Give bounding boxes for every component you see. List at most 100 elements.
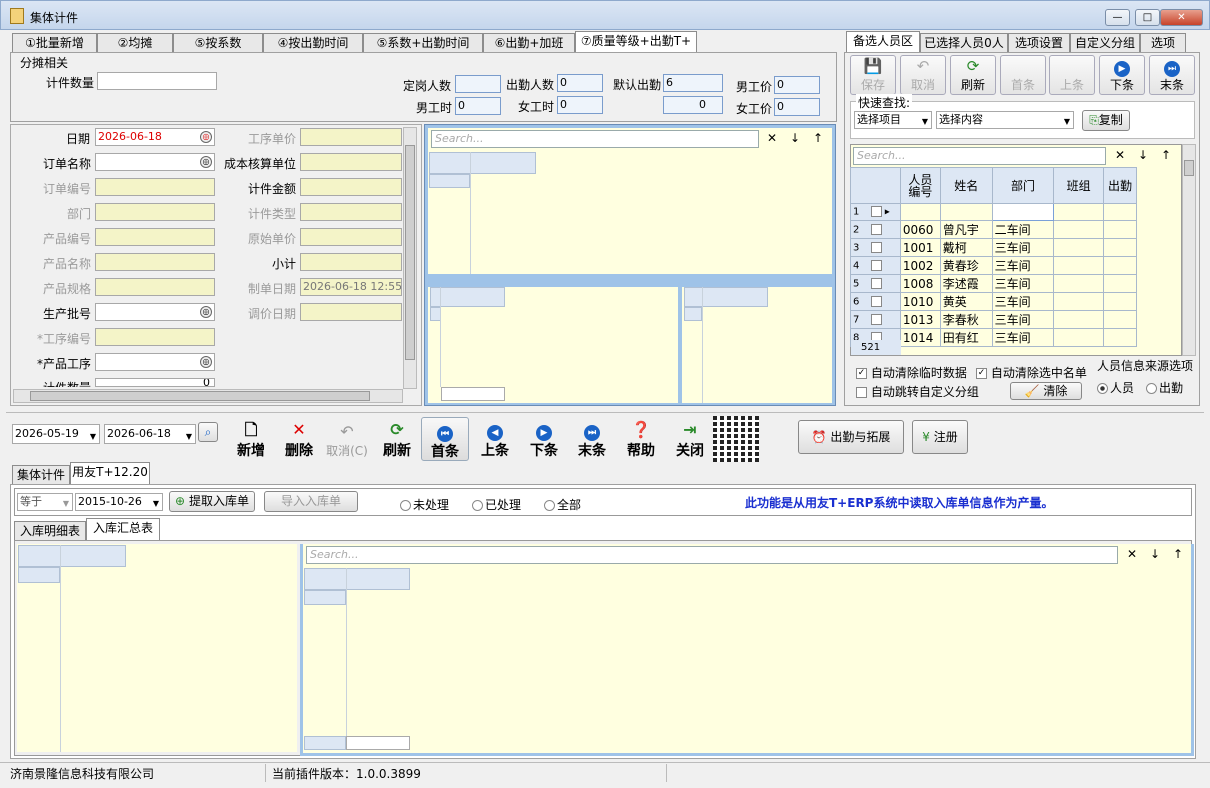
search-prev-icon[interactable]: ↑ xyxy=(811,131,825,145)
tab-candidates[interactable]: 备选人员区 xyxy=(846,31,920,53)
copy-button[interactable]: ⎘复制 xyxy=(1082,110,1130,131)
row-checkbox[interactable] xyxy=(870,206,882,218)
order-name-input[interactable]: ◎ xyxy=(95,153,215,171)
female-price-input[interactable]: 0 xyxy=(774,98,820,116)
table-row[interactable]: 3 1001 戴柯 三车间 xyxy=(850,238,1137,257)
tab-coef-attend[interactable]: ⑤系数+出勤时间 xyxy=(363,33,483,52)
table-row[interactable]: 4 1002 黄春珍 三车间 xyxy=(850,256,1137,275)
date-to-picker[interactable]: 2026-06-18 ▼ xyxy=(104,424,196,444)
clear-search-icon[interactable]: ✕ xyxy=(1113,148,1127,162)
exit-button[interactable]: ⇥ 关闭 xyxy=(673,420,707,460)
date-input[interactable]: 2026-06-18 ◎ xyxy=(95,128,215,146)
search-next-icon[interactable]: ↓ xyxy=(1148,547,1162,561)
row-checkbox[interactable] xyxy=(870,241,882,253)
bottom-prev-button[interactable]: ◀ 上条 xyxy=(478,420,512,460)
row-checkbox[interactable] xyxy=(870,223,882,235)
col-header-name[interactable]: 姓名 xyxy=(939,167,993,204)
next-button[interactable]: ▶ 下条 xyxy=(1099,55,1145,95)
tab-batch-add[interactable]: ①批量新增 xyxy=(12,33,97,52)
tab-yonyou[interactable]: 用友T+12.20 xyxy=(70,462,150,484)
ellipsis-icon[interactable]: ◎ xyxy=(200,156,212,168)
first-button[interactable]: 首条 xyxy=(1000,55,1046,95)
row-checkbox[interactable] xyxy=(870,277,882,289)
bottom-last-button[interactable]: ⏭ 末条 xyxy=(575,420,609,460)
form-vscroll-thumb[interactable] xyxy=(405,145,415,360)
auto-clear-selected-checkbox[interactable]: ✓ 自动清除选中名单 xyxy=(976,364,1087,381)
condition-dropdown[interactable]: 等于 ▼ xyxy=(17,493,73,511)
ellipsis-icon[interactable]: ◎ xyxy=(200,306,212,318)
clear-search-icon[interactable]: ✕ xyxy=(765,131,779,145)
col-header-dept[interactable]: 部门 xyxy=(991,167,1055,204)
search-prev-icon[interactable]: ↑ xyxy=(1171,547,1185,561)
help-button[interactable]: ❓ 帮助 xyxy=(624,420,658,460)
table-row[interactable]: 5 1008 李述霞 三车间 xyxy=(850,274,1137,293)
select-content-dropdown[interactable]: 选择内容 ▼ xyxy=(936,111,1074,129)
refresh-button[interactable]: ⟳ 刷新 xyxy=(950,55,996,95)
bottom-refresh-button[interactable]: ⟳ 刷新 xyxy=(380,420,414,460)
tab-custom-group[interactable]: 自定义分组 xyxy=(1070,33,1140,52)
tab-options[interactable]: 选项 xyxy=(1140,33,1186,52)
search-input[interactable]: Search... xyxy=(431,130,759,148)
source-attend-radio[interactable]: 出勤 xyxy=(1146,379,1183,396)
close-button[interactable]: ✕ xyxy=(1160,9,1203,26)
col-header-team[interactable]: 班组 xyxy=(1053,167,1104,204)
source-person-radio[interactable]: 人员 xyxy=(1097,379,1134,396)
tab-selected[interactable]: 已选择人员0人 xyxy=(920,33,1008,52)
register-button[interactable]: ¥ 注册 xyxy=(912,420,968,454)
bottom-first-button[interactable]: ⏮ 首条 xyxy=(421,417,469,461)
fixed-people-input[interactable] xyxy=(455,75,501,93)
tab-receipt-detail[interactable]: 入库明细表 xyxy=(14,521,86,540)
fetch-receipt-button[interactable]: ⊕ 提取入库单 xyxy=(169,491,255,512)
row-checkbox[interactable] xyxy=(870,295,882,307)
cancel-c-button[interactable]: ↶ 取消(C) xyxy=(325,422,369,459)
table-row[interactable]: 2 0060 曾凡宇 二车间 xyxy=(850,220,1137,239)
auto-clear-temp-checkbox[interactable]: ✓ 自动清除临时数据 xyxy=(856,364,967,381)
product-process-input[interactable]: ◎ xyxy=(95,353,215,371)
delete-button[interactable]: ✕ 删除 xyxy=(282,420,316,460)
clear-search-icon[interactable]: ✕ xyxy=(1125,547,1139,561)
tab-collective[interactable]: 集体计件 xyxy=(12,465,70,484)
col-header-attend[interactable]: 出勤 xyxy=(1103,167,1137,204)
piece-qty-input[interactable] xyxy=(97,72,217,90)
female-hours-input[interactable]: 0 xyxy=(557,96,603,114)
male-hours-input[interactable]: 0 xyxy=(455,97,501,115)
attend-extend-button[interactable]: ⏰ 出勤与拓展 xyxy=(798,420,904,454)
add-button[interactable]: 🗋 新增 xyxy=(234,420,268,460)
import-date-picker[interactable]: 2015-10-26 ▼ xyxy=(75,493,163,511)
search-next-icon[interactable]: ↓ xyxy=(788,131,802,145)
save-button[interactable]: 💾 保存 xyxy=(850,55,896,95)
people-search-input[interactable]: Search... xyxy=(853,147,1106,165)
tab-options-setting[interactable]: 选项设置 xyxy=(1008,33,1070,52)
radio-all[interactable]: 全部 xyxy=(544,496,581,513)
attend-people-input[interactable]: 0 xyxy=(557,74,603,92)
bottom-next-button[interactable]: ▶ 下条 xyxy=(527,420,561,460)
tab-receipt-summary[interactable]: 入库汇总表 xyxy=(86,518,160,540)
radio-processed[interactable]: 已处理 xyxy=(472,496,521,513)
cancel-button[interactable]: ↶ 取消 xyxy=(900,55,946,95)
clear-button[interactable]: 🧹 清除 xyxy=(1010,382,1082,400)
import-receipt-button[interactable]: 导入入库单 xyxy=(264,491,358,512)
summary-search-input[interactable]: Search... xyxy=(306,546,1118,564)
select-item-dropdown[interactable]: 选择项目 ▼ xyxy=(854,111,932,129)
people-vscroll-thumb[interactable] xyxy=(1184,160,1194,176)
ellipsis-icon[interactable]: ◎ xyxy=(200,356,212,368)
maximize-button[interactable]: □ xyxy=(1135,9,1160,26)
search-prev-icon[interactable]: ↑ xyxy=(1159,148,1173,162)
male-price-input[interactable]: 0 xyxy=(774,76,820,94)
alloc-dropdown[interactable]: 0 xyxy=(663,96,723,114)
last-button[interactable]: ⏭ 末条 xyxy=(1149,55,1195,95)
col-header-id[interactable]: 人员编号 xyxy=(899,167,941,204)
row-checkbox[interactable] xyxy=(870,313,882,325)
row-checkbox[interactable] xyxy=(870,259,882,271)
table-row[interactable]: 6 1010 黄英 三车间 xyxy=(850,292,1137,311)
batch-input[interactable]: ◎ xyxy=(95,303,215,321)
radio-unprocessed[interactable]: 未处理 xyxy=(400,496,449,513)
tab-attend-overtime[interactable]: ⑥出勤+加班 xyxy=(483,33,575,52)
auto-jump-group-checkbox[interactable]: 自动跳转自定义分组 xyxy=(856,383,979,400)
tab-average[interactable]: ②均摊 xyxy=(97,33,173,52)
tab-coefficient[interactable]: ⑤按系数 xyxy=(173,33,263,52)
default-attend-input[interactable]: 6 xyxy=(663,74,723,92)
search-next-icon[interactable]: ↓ xyxy=(1136,148,1150,162)
minimize-button[interactable]: — xyxy=(1105,9,1130,26)
table-row[interactable]: 1 ▸ xyxy=(850,203,1137,221)
